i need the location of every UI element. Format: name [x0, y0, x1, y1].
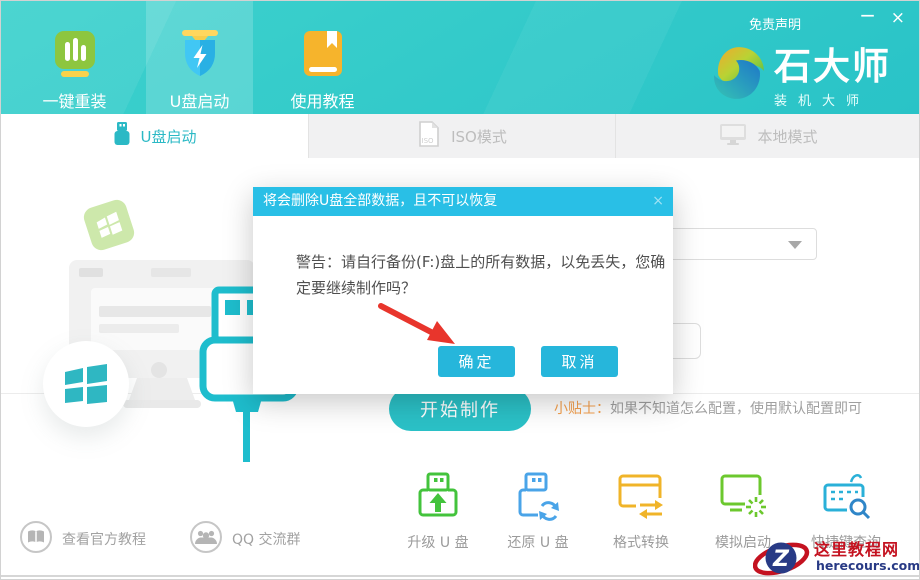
mode-tabs: U盘启动 ISO ISO模式 本地模式	[1, 114, 920, 158]
tab-usb-boot[interactable]: U盘启动	[1, 114, 308, 158]
tab-label: ISO模式	[451, 126, 507, 147]
monitor-icon	[719, 122, 747, 150]
watermark: Z 这里教程网 herecours.com	[753, 531, 920, 580]
nav-item-usb-boot[interactable]: U盘启动	[146, 1, 253, 114]
windows-tile-icon	[81, 197, 136, 252]
minimize-button[interactable]: −	[859, 3, 876, 27]
book-circle-icon	[19, 520, 53, 558]
footer-label: 查看官方教程	[62, 529, 146, 549]
simulate-boot-icon	[718, 471, 768, 525]
nav-item-label: U盘启动	[170, 88, 230, 112]
people-circle-icon	[189, 520, 223, 558]
svg-text:ISO: ISO	[422, 137, 435, 145]
dialog-title: 将会删除U盘全部数据，且不可以恢复	[263, 193, 497, 209]
windows-logo-badge	[43, 341, 129, 427]
tab-label: 本地模式	[757, 126, 817, 147]
brand-subtitle: 装机大师	[774, 90, 891, 109]
chevron-down-icon	[788, 241, 802, 249]
format-convert-icon	[616, 471, 666, 525]
nav-item-tutorial[interactable]: 使用教程	[269, 1, 376, 114]
svg-text:Z: Z	[772, 547, 790, 572]
footer-label: QQ 交流群	[232, 529, 301, 549]
toolbar-item-format-convert[interactable]: 格式转换	[591, 471, 691, 552]
usb-drive-icon	[113, 121, 131, 151]
qq-group-link[interactable]: QQ 交流群	[189, 522, 301, 556]
hotkey-query-icon	[821, 471, 871, 525]
usb-upgrade-icon	[414, 471, 462, 525]
close-button[interactable]: ×	[891, 8, 905, 28]
brand-name: 石大师	[774, 45, 891, 89]
toolbar-item-restore-usb[interactable]: 还原 U 盘	[488, 471, 588, 552]
app-window: 一键重装 U盘启动 使用教程	[0, 0, 920, 580]
iso-file-icon: ISO	[417, 120, 441, 152]
watermark-site-name: 这里教程网	[814, 536, 899, 560]
nav-item-label: 一键重装	[42, 88, 106, 112]
nav-item-label: 使用教程	[290, 88, 354, 112]
cancel-button[interactable]: 取消	[541, 346, 618, 377]
official-tutorial-link[interactable]: 查看官方教程	[19, 522, 146, 556]
red-arrow-annotation	[373, 298, 473, 364]
brand: 石大师 装机大师	[712, 45, 891, 109]
usb-restore-icon	[514, 471, 562, 525]
toolbar-label: 还原 U 盘	[507, 532, 568, 552]
tip-text: 小贴士：如果不知道怎么配置，使用默认配置即可	[554, 398, 862, 418]
toolbar-item-upgrade-usb[interactable]: 升级 U 盘	[388, 471, 488, 552]
tip-label: 小贴士：	[554, 401, 610, 417]
book-icon	[300, 29, 346, 83]
brand-logo-icon	[712, 45, 766, 109]
shield-lightning-icon	[177, 29, 223, 83]
tab-label: U盘启动	[141, 126, 197, 147]
toolbar-label: 格式转换	[613, 532, 669, 552]
watermark-logo-icon: Z	[753, 533, 811, 580]
chart-bars-icon	[52, 29, 98, 83]
toolbar-label: 升级 U 盘	[407, 532, 468, 552]
dialog-close-icon[interactable]: ×	[652, 187, 664, 216]
nav-item-one-key-reinstall[interactable]: 一键重装	[21, 1, 128, 114]
tab-iso-mode[interactable]: ISO ISO模式	[308, 114, 615, 158]
dialog-titlebar: 将会删除U盘全部数据，且不可以恢复 ×	[253, 187, 673, 216]
tab-local-mode[interactable]: 本地模式	[615, 114, 920, 158]
dialog-message: 警告：请自行备份(F:)盘上的所有数据，以免丢失，您确定要继续制作吗？	[296, 249, 668, 301]
tip-body: 如果不知道怎么配置，使用默认配置即可	[610, 401, 862, 417]
header: 一键重装 U盘启动 使用教程	[1, 1, 920, 114]
disclaimer-link[interactable]: 免责声明	[749, 14, 801, 33]
watermark-site-url: herecours.com	[816, 558, 920, 573]
